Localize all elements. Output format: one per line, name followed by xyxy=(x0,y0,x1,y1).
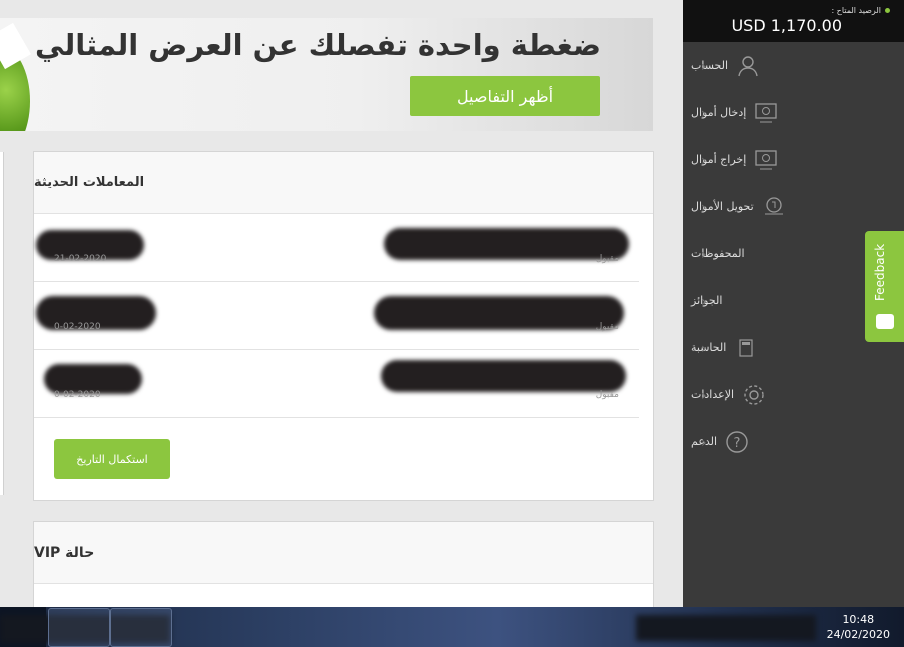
system-clock[interactable]: 10:48 24/02/2020 xyxy=(827,612,890,642)
banner-decoration xyxy=(0,22,31,70)
sidebar-item-account[interactable]: الحساب ‹ xyxy=(683,42,904,89)
panel-title: المعاملات الحديثة xyxy=(34,152,653,214)
continue-history-button[interactable]: استكمال التاريخ xyxy=(54,439,170,479)
chevron-left-icon: ‹ xyxy=(701,59,707,75)
feedback-label: Feedback xyxy=(873,243,887,301)
chevron-left-icon: ‹ xyxy=(701,388,707,404)
transaction-status: مقبول xyxy=(595,254,619,264)
sidebar-item-settings[interactable]: الإعدادات ‹ xyxy=(683,371,904,418)
sidebar-item-label: الحاسبة xyxy=(691,341,727,354)
sidebar-item-support[interactable]: ? الدعم ‹ xyxy=(683,418,904,465)
taskbar-app-button[interactable] xyxy=(110,608,172,647)
transaction-date: 0-02-2020 xyxy=(54,390,101,400)
transaction-status: مقبول xyxy=(595,322,619,332)
chevron-left-icon: ‹ xyxy=(701,200,707,216)
chevron-left-icon: ‹ xyxy=(701,294,707,310)
chevron-left-icon: ‹ xyxy=(701,341,707,357)
clock-date: 24/02/2020 xyxy=(826,628,890,641)
sidebar-item-label: الحساب xyxy=(691,59,729,72)
user-icon xyxy=(736,54,760,78)
online-status-dot xyxy=(885,8,890,13)
sidebar-item-withdraw[interactable]: إخراج أموال ‹ xyxy=(683,136,904,183)
sidebar-item-label: المحفوظات xyxy=(691,247,745,260)
sidebar-item-label: إخراج أموال xyxy=(691,153,747,166)
smiley-icon xyxy=(876,314,894,329)
balance-box: الرصيد المتاح : USD 1,170.00 xyxy=(683,0,904,42)
show-details-button[interactable]: أظهر التفاصيل xyxy=(410,76,600,116)
redacted-tray-area xyxy=(636,615,816,641)
sidebar-item-label: الإعدادات xyxy=(691,388,735,401)
redacted-amount xyxy=(374,296,624,330)
help-icon: ? xyxy=(725,430,749,454)
clock-time: 10:48 xyxy=(842,613,875,626)
chevron-left-icon: ‹ xyxy=(701,247,707,263)
svg-text:?: ? xyxy=(734,436,741,451)
transaction-date: 21-02-2020 xyxy=(54,254,107,264)
chevron-left-icon: ‹ xyxy=(701,435,707,451)
balance-label-row: الرصيد المتاح : xyxy=(683,0,890,15)
main-content: ضغطة واحدة تفصلك عن العرض المثالي أظهر ا… xyxy=(0,0,683,607)
transaction-row: مقبول 0-02-2020 xyxy=(34,350,639,418)
sidebar-item-label: الجوائز xyxy=(691,294,723,307)
sidebar-item-label: إدخال أموال xyxy=(691,106,747,119)
feedback-tab[interactable]: Feedback xyxy=(865,231,904,342)
history-icon xyxy=(753,242,777,266)
sidebar-item-deposit[interactable]: إدخال أموال ‹ xyxy=(683,89,904,136)
left-panel-edge xyxy=(0,152,4,495)
chevron-left-icon: ‹ xyxy=(701,106,707,122)
redacted-amount xyxy=(381,360,626,392)
panel-title: حالة VIP xyxy=(34,522,653,584)
transfer-icon xyxy=(762,195,786,219)
windows-taskbar: 10:48 24/02/2020 xyxy=(0,607,904,647)
withdraw-icon xyxy=(754,148,778,172)
gear-icon xyxy=(742,383,766,407)
chevron-left-icon: ‹ xyxy=(701,153,707,169)
sidebar-item-transfer[interactable]: تحويل الأموال ‹ xyxy=(683,183,904,230)
deposit-icon xyxy=(754,101,778,125)
banner-title: ضغطة واحدة تفصلك عن العرض المثالي xyxy=(34,28,601,62)
transaction-row: مقبول 0-02-2020 xyxy=(34,282,639,350)
redacted-amount xyxy=(384,228,629,260)
recent-transactions-panel: المعاملات الحديثة مقبول 21-02-2020 مقبول… xyxy=(33,151,654,501)
transaction-row: مقبول 21-02-2020 xyxy=(34,214,639,282)
calculator-icon xyxy=(734,336,758,360)
trophy-icon xyxy=(730,289,754,313)
transaction-status: مقبول xyxy=(595,390,619,400)
balance-label: الرصيد المتاح : xyxy=(831,6,881,15)
vip-status-panel: حالة VIP xyxy=(33,521,654,607)
transaction-date: 0-02-2020 xyxy=(54,322,101,332)
balance-value: USD 1,170.00 xyxy=(731,16,842,35)
taskbar-app-button[interactable] xyxy=(48,608,110,647)
promo-banner[interactable]: ضغطة واحدة تفصلك عن العرض المثالي أظهر ا… xyxy=(0,18,653,131)
